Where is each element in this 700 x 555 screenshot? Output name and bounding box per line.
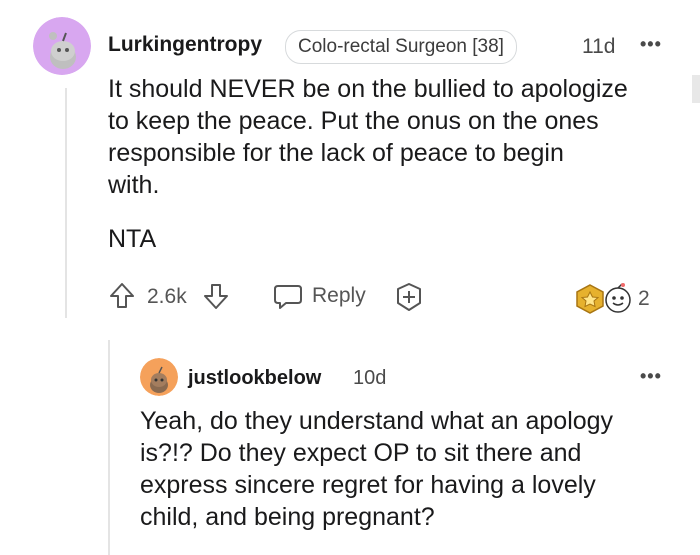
- reply-age: 10d: [353, 367, 387, 389]
- reply-body-line: is?!? Do they expect OP to sit there and: [140, 439, 582, 467]
- downvote-button[interactable]: [202, 281, 230, 311]
- awards[interactable]: 2: [574, 283, 650, 315]
- downvote-arrow-icon: [204, 284, 228, 309]
- user-flair: Colo-rectal Surgeon [38]: [285, 30, 517, 64]
- comment-verdict: NTA: [108, 225, 157, 253]
- reply-button[interactable]: Reply: [272, 281, 366, 311]
- reply-body: Yeah, do they understand what an apology…: [140, 405, 695, 533]
- snoo-avatar-icon: [33, 17, 91, 75]
- vote-count: 2.6k: [147, 285, 187, 308]
- comment-age: 11d: [582, 35, 616, 58]
- award-plus-icon: [397, 283, 421, 311]
- snoo-avatar-icon: [140, 358, 178, 396]
- comment-body-line: to keep the peace. Put the onus on the o…: [108, 107, 599, 135]
- comment-username[interactable]: Lurkingentropy: [108, 33, 262, 57]
- speech-bubble-icon: [274, 285, 302, 309]
- scrollbar-thumb[interactable]: [692, 75, 700, 103]
- reply-body-line: Yeah, do they understand what an apology: [140, 407, 614, 435]
- comment-body-line: with.: [108, 171, 160, 199]
- avatar[interactable]: [33, 17, 91, 75]
- more-dots-icon[interactable]: •••: [640, 366, 662, 387]
- comment-body-line: It should NEVER be on the bullied to apo…: [108, 75, 628, 103]
- upvote-button[interactable]: [108, 281, 136, 311]
- thread-line[interactable]: [108, 340, 110, 555]
- reply-label: Reply: [312, 284, 366, 307]
- avatar[interactable]: [140, 358, 178, 396]
- reply-body-line: child, and being pregnant?: [140, 503, 435, 531]
- award-count: 2: [638, 287, 650, 310]
- thread-line[interactable]: [65, 88, 67, 318]
- comment-body: It should NEVER be on the bullied to apo…: [108, 73, 688, 201]
- upvote-arrow-icon: [110, 283, 134, 308]
- reply-body-line: express sincere regret for having a love…: [140, 471, 596, 499]
- comment-body-line: responsible for the lack of peace to beg…: [108, 139, 564, 167]
- wholesome-award-icon: [605, 283, 631, 313]
- reply-username[interactable]: justlookbelow: [188, 367, 321, 390]
- award-button[interactable]: [393, 281, 425, 313]
- more-dots-icon[interactable]: •••: [640, 34, 662, 55]
